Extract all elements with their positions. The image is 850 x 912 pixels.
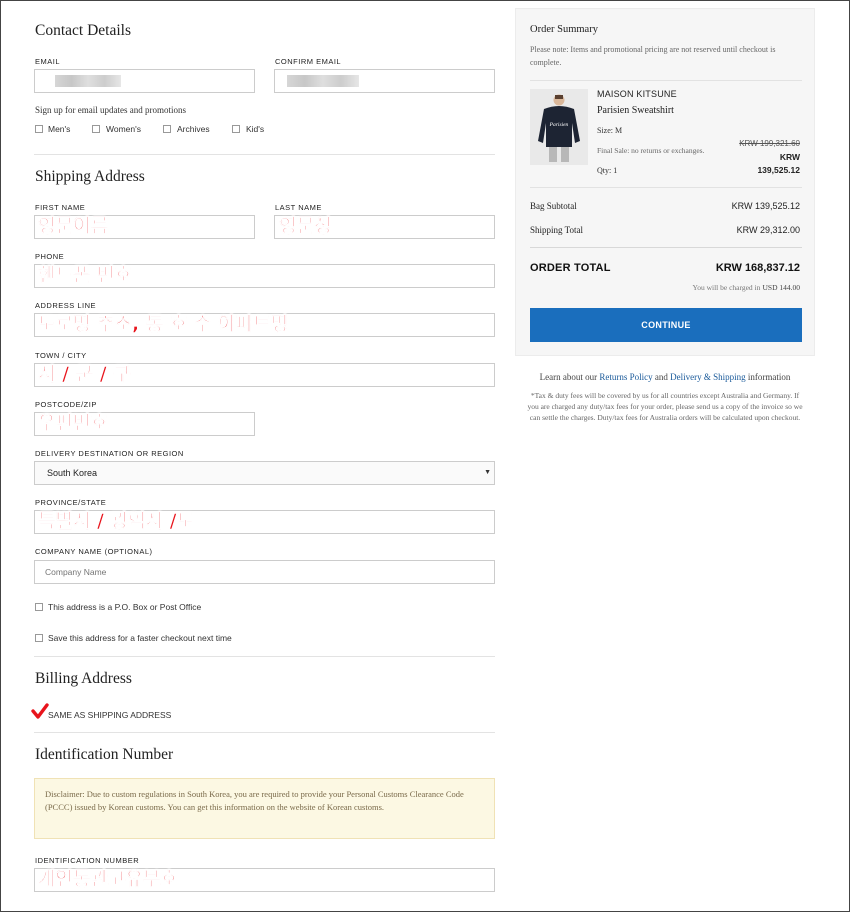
postcode-label: POSTCODE/ZIP <box>35 400 97 409</box>
product-qty: Qty: 1 <box>597 166 618 175</box>
continue-button[interactable]: CONTINUE <box>530 308 802 342</box>
product-image[interactable]: Parisien <box>530 89 588 165</box>
town-annotation: 시 / 군 / 구 <box>38 363 131 386</box>
order-total-value: KRW 168,837.12 <box>715 262 800 274</box>
mens-checkbox[interactable] <box>35 125 43 133</box>
learn-suffix: information <box>747 372 791 382</box>
divider <box>530 187 802 188</box>
contact-title: Contact Details <box>35 22 131 39</box>
identification-title: Identification Number <box>35 746 174 763</box>
archives-checkbox[interactable] <box>163 125 171 133</box>
signup-text: Sign up for email updates and promotions <box>35 105 186 115</box>
archives-label: Archives <box>177 124 210 134</box>
subtotal-label: Bag Subtotal <box>530 201 577 211</box>
womens-label: Women's <box>106 124 142 134</box>
tax-note: *Tax & duty fees will be covered by us f… <box>527 391 803 422</box>
disclaimer-text: Disclaimer: Due to custom regulations in… <box>45 789 464 812</box>
original-price: KRW 199,321.60 <box>739 139 800 148</box>
divider <box>34 656 495 657</box>
destination-label: DELIVERY DESTINATION OR REGION <box>35 449 184 458</box>
learn-and: and <box>654 372 668 382</box>
shipping-total-value: KRW 29,312.00 <box>736 225 800 235</box>
first-name-annotation: 영문이름 <box>38 215 109 238</box>
summary-title: Order Summary <box>530 24 598 35</box>
province-label: PROVINCE/STATE <box>35 498 107 507</box>
email-label: EMAIL <box>35 57 61 66</box>
sale-price: 139,525.12 <box>757 165 800 175</box>
product-photo-graphic: Parisien <box>538 94 580 162</box>
charged-value: USD 144.00 <box>762 283 800 292</box>
product-name[interactable]: Parisien Sweatshirt <box>597 105 674 116</box>
address-annotation: 도로명 주소, 동 호 수 아파트명 <box>38 313 289 336</box>
chevron-down-icon: ▼ <box>484 469 491 476</box>
po-box-checkbox[interactable] <box>35 603 43 611</box>
divider <box>34 732 495 733</box>
identification-annotation: 개인통관고유부호 <box>38 868 178 891</box>
sweatshirt-print: Parisien <box>549 122 569 128</box>
divider <box>34 154 495 155</box>
identification-label: IDENTIFICATION NUMBER <box>35 856 140 865</box>
mens-label: Men's <box>48 124 71 134</box>
order-total-label: ORDER TOTAL <box>530 262 611 274</box>
province-annotation: 특별시 / 광역시 /도 <box>38 510 195 533</box>
charged-in-note: You will be charged in USD 144.00 <box>693 283 800 292</box>
last-name-label: LAST NAME <box>275 203 322 212</box>
returns-policy-link[interactable]: Returns Policy <box>599 372 652 382</box>
phone-annotation: 핸드폰 번호 <box>38 264 133 287</box>
blurred-email <box>55 75 121 87</box>
phone-label: PHONE <box>35 252 65 261</box>
destination-value: South Korea <box>47 468 98 478</box>
email-input[interactable] <box>34 69 255 93</box>
save-address-label: Save this address for a faster checkout … <box>48 633 232 643</box>
kids-checkbox[interactable] <box>232 125 240 133</box>
address-label: ADDRESS LINE <box>35 301 97 310</box>
town-label: TOWN / CITY <box>35 351 87 360</box>
price-currency: KRW <box>779 152 800 162</box>
subtotal-value: KRW 139,525.12 <box>731 201 800 211</box>
postcode-annotation: 우편번호 <box>38 412 109 435</box>
shipping-total-label: Shipping Total <box>530 225 583 235</box>
divider <box>530 80 802 81</box>
charged-label: You will be charged in <box>692 283 761 292</box>
same-as-shipping-label: SAME AS SHIPPING ADDRESS <box>48 710 172 720</box>
blurred-confirm-email <box>287 75 359 87</box>
product-brand: MAISON KITSUNE <box>597 89 677 99</box>
company-label: COMPANY NAME (OPTIONAL) <box>35 547 153 556</box>
last-name-annotation: 영문성 <box>279 215 332 238</box>
confirm-email-input[interactable] <box>274 69 495 93</box>
billing-title: Billing Address <box>35 670 132 687</box>
summary-note: Please note: Items and promotional prici… <box>530 45 776 67</box>
checkmark-icon[interactable] <box>31 702 49 720</box>
product-size: Size: M <box>597 126 623 135</box>
womens-checkbox[interactable] <box>92 125 100 133</box>
save-address-checkbox[interactable] <box>35 634 43 642</box>
shipping-title: Shipping Address <box>35 168 145 185</box>
learn-more-line: Learn about our Returns Policy and Deliv… <box>515 372 815 382</box>
first-name-label: FIRST NAME <box>35 203 86 212</box>
order-summary: Order Summary Please note: Items and pro… <box>515 8 815 356</box>
company-input[interactable] <box>34 560 495 584</box>
learn-prefix: Learn about our <box>539 372 598 382</box>
confirm-email-label: CONFIRM EMAIL <box>275 57 342 66</box>
divider <box>530 247 802 248</box>
disclaimer-box: Disclaimer: Due to custom regulations in… <box>34 778 495 839</box>
destination-select[interactable]: South Korea ▼ <box>34 461 495 485</box>
kids-label: Kid's <box>246 124 265 134</box>
po-box-label: This address is a P.O. Box or Post Offic… <box>48 602 202 612</box>
delivery-shipping-link[interactable]: Delivery & Shipping <box>670 372 746 382</box>
final-sale-note: Final Sale: no returns or exchanges. <box>597 146 705 155</box>
